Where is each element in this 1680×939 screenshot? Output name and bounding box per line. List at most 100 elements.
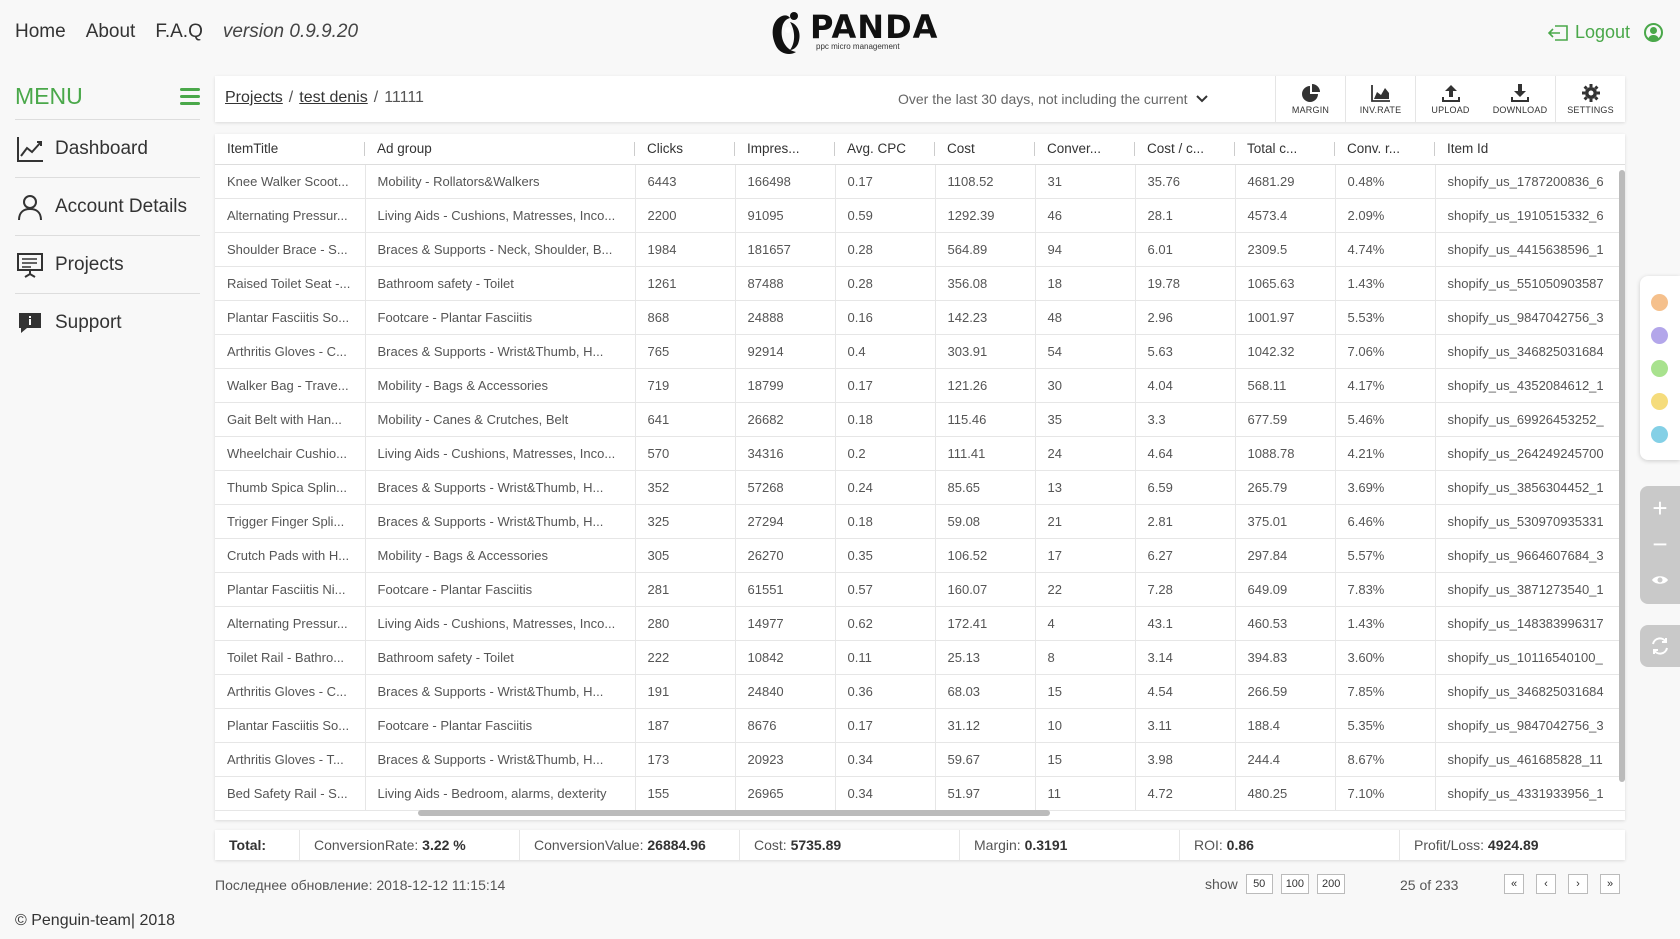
- column-header-label: Conv. r...: [1347, 141, 1401, 157]
- table-cell: 4.64: [1135, 436, 1236, 471]
- table-cell: 305: [635, 538, 736, 573]
- panda-logo[interactable]: PANDA ppc micro management: [768, 10, 938, 56]
- logout-button[interactable]: Logout: [1547, 22, 1630, 43]
- table-cell: Gait Belt with Han...: [215, 402, 366, 437]
- table-row[interactable]: Knee Walker Scoot... Mobility - Rollators…: [215, 164, 1625, 199]
- breadcrumb: Projects / test denis / 11111: [225, 89, 424, 107]
- table-cell: Plantar Fasciitis So...: [215, 708, 366, 743]
- table-row[interactable]: Arthritis Gloves - T... Braces & Supports…: [215, 742, 1625, 777]
- color-swatch-purple[interactable]: [1651, 327, 1668, 344]
- table-cell: 20923: [735, 742, 836, 777]
- eye-icon[interactable]: [1640, 562, 1680, 598]
- table-cell: Braces & Supports - Neck, Shoulder, B...: [365, 232, 636, 267]
- column-header[interactable]: ItemTitle: [215, 134, 365, 165]
- table-cell: 57268: [735, 470, 836, 505]
- page-size-100-button[interactable]: 100: [1280, 874, 1310, 894]
- last-page-button[interactable]: »: [1600, 874, 1620, 894]
- column-header[interactable]: Avg. CPC: [835, 134, 935, 165]
- table-row[interactable]: Crutch Pads with H... Mobility - Bags & A…: [215, 538, 1625, 573]
- column-header[interactable]: Total c...: [1235, 134, 1335, 165]
- table-cell: 4.17%: [1335, 368, 1436, 403]
- table-cell: 191: [635, 674, 736, 709]
- sidebar-item-support[interactable]: Support: [15, 294, 200, 352]
- table-row[interactable]: Wheelchair Cushio... Living Aids - Cushio…: [215, 436, 1625, 471]
- column-header[interactable]: Conver...: [1035, 134, 1135, 165]
- table-cell: Thumb Spica Splin...: [215, 470, 366, 505]
- table-cell: Shoulder Brace - S...: [215, 232, 366, 267]
- horizontal-scrollbar[interactable]: [418, 810, 1050, 816]
- nav-about-link[interactable]: About: [86, 21, 136, 43]
- first-page-button[interactable]: «: [1504, 874, 1524, 894]
- table-row[interactable]: Plantar Fasciitis Ni... Footcare - Planta…: [215, 572, 1625, 607]
- color-swatch-green[interactable]: [1651, 360, 1668, 377]
- sidebar-item-label: Account Details: [55, 195, 188, 217]
- table-row[interactable]: Alternating Pressur... Living Aids - Cush…: [215, 198, 1625, 233]
- total-roi: ROI: 0.86: [1180, 830, 1400, 860]
- sidebar-item-projects[interactable]: Projects: [15, 236, 200, 294]
- table-cell: Wheelchair Cushio...: [215, 436, 366, 471]
- table-row[interactable]: Arthritis Gloves - C... Braces & Supports…: [215, 674, 1625, 709]
- column-header[interactable]: Cost / c...: [1135, 134, 1235, 165]
- table-row[interactable]: Raised Toilet Seat -... Bathroom safety -…: [215, 266, 1625, 301]
- table-cell: shopify_us_551050903587: [1435, 266, 1625, 301]
- sidebar-item-dashboard[interactable]: Dashboard: [15, 120, 200, 178]
- column-header[interactable]: Clicks: [635, 134, 735, 165]
- table-row[interactable]: Shoulder Brace - S... Braces & Supports -…: [215, 232, 1625, 267]
- breadcrumb-project-link[interactable]: test denis: [299, 89, 367, 107]
- table-cell: Braces & Supports - Wrist&Thumb, H...: [365, 504, 636, 539]
- settings-button[interactable]: SETTINGS: [1555, 76, 1625, 122]
- zoom-in-button[interactable]: +: [1640, 490, 1680, 526]
- breadcrumb-separator: /: [288, 89, 294, 106]
- column-header[interactable]: Impres...: [735, 134, 835, 165]
- column-header[interactable]: Ad group: [365, 134, 635, 165]
- table-cell: 25.13: [935, 640, 1036, 675]
- margin-button[interactable]: MARGIN: [1275, 76, 1345, 122]
- table-cell: 172.41: [935, 606, 1036, 641]
- sidebar-item-account-details[interactable]: Account Details: [15, 178, 200, 236]
- prev-page-button[interactable]: ‹: [1536, 874, 1556, 894]
- table-cell: Plantar Fasciitis Ni...: [215, 572, 366, 607]
- vertical-scrollbar[interactable]: [1619, 170, 1625, 782]
- page-size-50-button[interactable]: 50: [1245, 874, 1273, 894]
- table-row[interactable]: Toilet Rail - Bathro... Bathroom safety -…: [215, 640, 1625, 675]
- upload-button[interactable]: UPLOAD: [1415, 76, 1485, 122]
- table-row[interactable]: Arthritis Gloves - C... Braces & Supports…: [215, 334, 1625, 369]
- column-header-label: ItemTitle: [227, 141, 279, 157]
- page-size-200-button[interactable]: 200: [1317, 874, 1346, 894]
- color-swatch-orange[interactable]: [1651, 294, 1668, 311]
- table-row[interactable]: Plantar Fasciitis So... Footcare - Planta…: [215, 708, 1625, 743]
- table-row[interactable]: Gait Belt with Han... Mobility - Canes & …: [215, 402, 1625, 437]
- color-swatch-yellow[interactable]: [1651, 393, 1668, 410]
- table-row[interactable]: Alternating Pressur... Living Aids - Cush…: [215, 606, 1625, 641]
- zoom-out-button[interactable]: −: [1640, 526, 1680, 562]
- period-dropdown[interactable]: Over the last 30 days, not including the…: [898, 91, 1208, 107]
- table-cell: 111.41: [935, 436, 1036, 471]
- table-row[interactable]: Bed Safety Rail - S... Living Aids - Bedr…: [215, 776, 1625, 811]
- sidebar-item-label: Dashboard: [55, 137, 148, 159]
- table-cell: 3.69%: [1335, 470, 1436, 505]
- table-row[interactable]: Plantar Fasciitis So... Footcare - Planta…: [215, 300, 1625, 335]
- nav-home-link[interactable]: Home: [15, 21, 66, 43]
- table-cell: 24840: [735, 674, 836, 709]
- column-header[interactable]: Conv. r...: [1335, 134, 1435, 165]
- table-row[interactable]: Thumb Spica Splin... Braces & Supports - …: [215, 470, 1625, 505]
- download-button[interactable]: DOWNLOAD: [1485, 76, 1555, 122]
- column-header[interactable]: Cost: [935, 134, 1035, 165]
- inv-rate-button[interactable]: INV.RATE: [1345, 76, 1415, 122]
- download-icon: [1511, 84, 1529, 102]
- table-cell: 564.89: [935, 232, 1036, 267]
- color-swatch-blue[interactable]: [1651, 426, 1668, 443]
- table-cell: 5.57%: [1335, 538, 1436, 573]
- column-header[interactable]: Item Id: [1435, 134, 1625, 165]
- user-avatar-icon[interactable]: [1644, 23, 1663, 42]
- table-row[interactable]: Walker Bag - Trave... Mobility - Bags & A…: [215, 368, 1625, 403]
- table-cell: 51.97: [935, 776, 1036, 811]
- nav-faq-link[interactable]: F.A.Q: [155, 21, 203, 43]
- table-cell: 281: [635, 572, 736, 607]
- table-row[interactable]: Trigger Finger Spli... Braces & Supports …: [215, 504, 1625, 539]
- next-page-button[interactable]: ›: [1568, 874, 1588, 894]
- hamburger-icon[interactable]: [180, 88, 200, 105]
- table-cell: 28.1: [1135, 198, 1236, 233]
- breadcrumb-projects-link[interactable]: Projects: [225, 89, 283, 107]
- refresh-button[interactable]: [1640, 625, 1680, 667]
